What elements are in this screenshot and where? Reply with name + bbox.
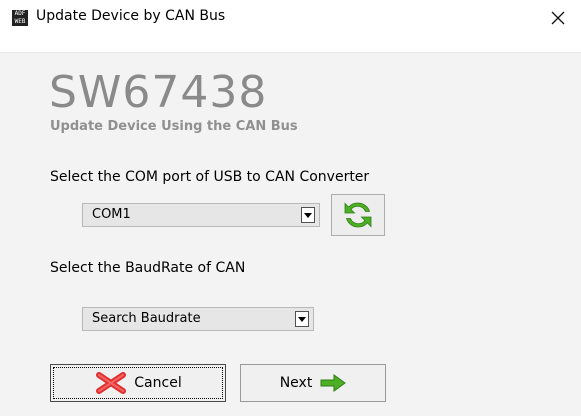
chevron-down-icon[interactable]	[295, 311, 309, 327]
cancel-label: Cancel	[134, 375, 182, 391]
app-subtitle: Update Device Using the CAN Bus	[50, 119, 298, 134]
window-title: Update Device by CAN Bus	[36, 8, 226, 24]
red-x-icon	[96, 372, 127, 394]
baudrate-select[interactable]: Search Baudrate	[82, 307, 314, 331]
dialog-content: SW67438 Update Device Using the CAN Bus …	[0, 53, 581, 416]
app-code-title: SW67438	[49, 67, 268, 118]
chevron-down-icon[interactable]	[301, 207, 315, 223]
baudrate-value: Search Baudrate	[92, 311, 201, 326]
baudrate-label: Select the BaudRate of CAN	[50, 260, 246, 276]
close-button[interactable]	[535, 0, 581, 36]
title-bar: ADF WEB Update Device by CAN Bus	[0, 0, 581, 53]
com-port-select[interactable]: COM1	[82, 203, 320, 227]
com-port-value: COM1	[92, 207, 131, 222]
app-icon: ADF WEB	[12, 10, 28, 26]
refresh-icon	[344, 202, 372, 228]
com-port-label: Select the COM port of USB to CAN Conver…	[50, 169, 370, 185]
cancel-button[interactable]: Cancel	[50, 364, 226, 402]
next-label: Next	[279, 375, 313, 391]
refresh-com-ports-button[interactable]	[331, 194, 385, 236]
next-button[interactable]: Next	[240, 364, 386, 402]
close-icon	[551, 11, 565, 25]
green-arrow-right-icon	[320, 374, 347, 392]
